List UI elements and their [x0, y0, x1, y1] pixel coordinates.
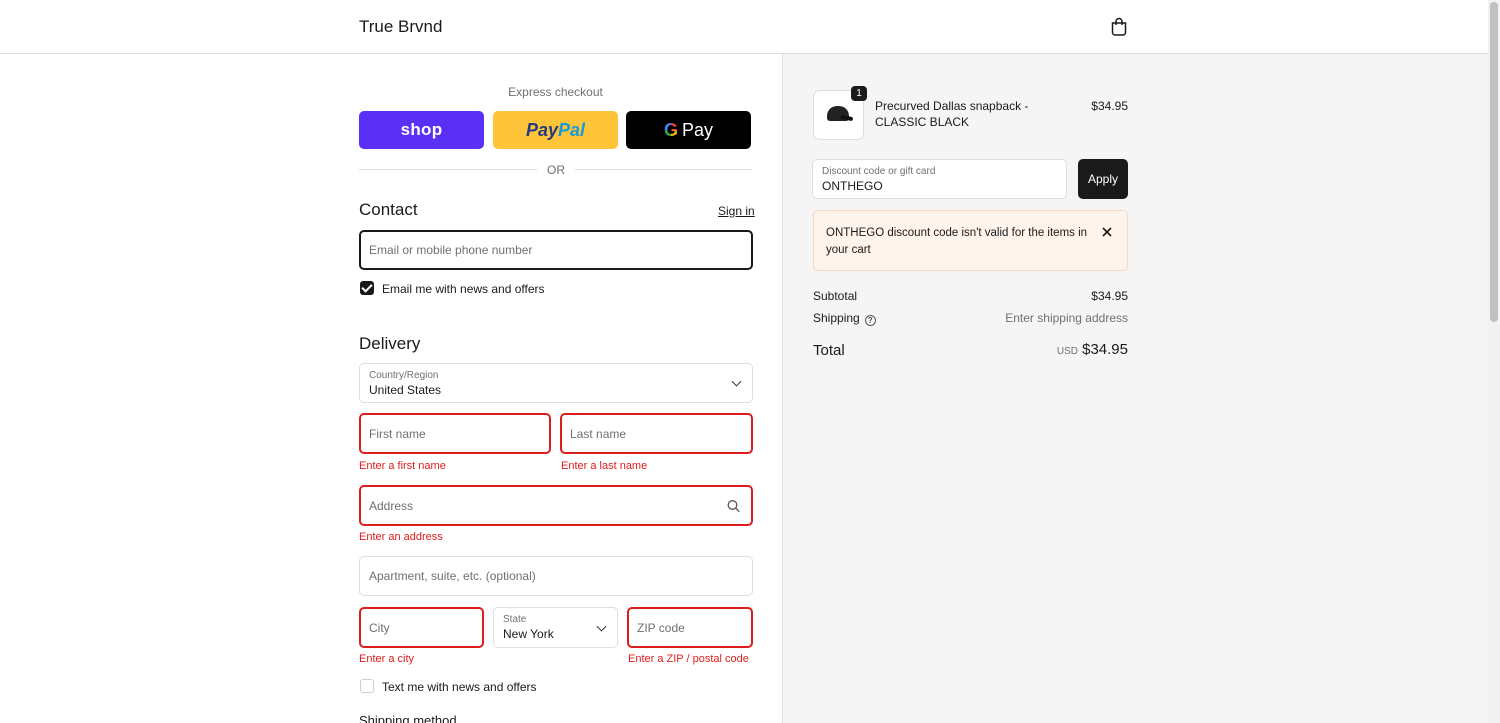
- shipping-method-title: Shipping method: [359, 713, 457, 723]
- first-name-field[interactable]: First name: [359, 413, 551, 454]
- subtotal-label: Subtotal: [813, 289, 858, 303]
- apartment-placeholder: Apartment, suite, etc. (optional): [369, 569, 536, 583]
- address-field[interactable]: Address: [359, 485, 753, 526]
- google-pay-label: Pay: [681, 119, 714, 140]
- discount-error-notice: ONTHEGO discount code isn't valid for th…: [813, 210, 1128, 271]
- address-placeholder: Address: [369, 498, 414, 513]
- page-scrollbar[interactable]: [1488, 0, 1500, 723]
- express-checkout-label: Express checkout: [508, 85, 603, 99]
- delivery-title: Delivery: [359, 334, 421, 353]
- last-name-error: Enter a last name: [561, 460, 648, 472]
- subtotal-value: $34.95: [1091, 289, 1128, 303]
- search-icon[interactable]: [727, 499, 740, 512]
- state-label: State: [503, 614, 527, 625]
- last-name-placeholder: Last name: [570, 426, 627, 441]
- total-label: Total: [813, 342, 845, 359]
- or-divider-right: [575, 169, 752, 170]
- discount-code-field[interactable]: Discount code or gift card ONTHEGO: [812, 159, 1067, 199]
- email-field[interactable]: Email or mobile phone number: [359, 230, 753, 270]
- close-icon[interactable]: [1101, 226, 1113, 238]
- discount-label: Discount code or gift card: [822, 166, 936, 177]
- paypal-logo-part1: Pay: [525, 119, 558, 140]
- email-news-label: Email me with news and offers: [382, 282, 545, 296]
- country-select[interactable]: Country/Region United States: [359, 363, 753, 403]
- product-price: $34.95: [1091, 99, 1128, 113]
- chevron-down-icon: [596, 621, 607, 632]
- email-placeholder: Email or mobile phone number: [369, 243, 533, 257]
- header: True Brvnd: [0, 0, 1488, 54]
- city-placeholder: City: [369, 620, 390, 635]
- order-summary-pane: [782, 54, 1488, 723]
- or-divider-text: OR: [547, 163, 565, 177]
- country-label: Country/Region: [369, 370, 439, 381]
- shipping-value: Enter shipping address: [1005, 311, 1128, 325]
- brand-logo[interactable]: True Brvnd: [359, 17, 442, 37]
- paypal-button[interactable]: Pay Pal: [493, 111, 618, 149]
- shop-pay-button[interactable]: shop: [359, 111, 484, 149]
- product-name: Precurved Dallas snapback - CLASSIC BLAC…: [875, 99, 1029, 129]
- address-error: Enter an address: [359, 531, 443, 543]
- shipping-label-row: Shipping?: [813, 311, 876, 326]
- chevron-down-icon: [731, 376, 742, 387]
- quantity-badge: 1: [851, 86, 867, 101]
- shipping-label: Shipping: [813, 311, 860, 325]
- last-name-field[interactable]: Last name: [560, 413, 753, 454]
- shopping-bag-icon[interactable]: [1110, 17, 1128, 36]
- paypal-logo-part2: Pal: [558, 119, 586, 140]
- zip-placeholder: ZIP code: [637, 620, 685, 635]
- google-g-icon: G: [663, 119, 678, 140]
- zip-field[interactable]: ZIP code: [627, 607, 753, 648]
- sign-in-link[interactable]: Sign in: [718, 204, 755, 218]
- apply-discount-button[interactable]: Apply: [1078, 159, 1128, 199]
- total-value: $34.95: [1082, 341, 1128, 358]
- discount-error-text: ONTHEGO discount code isn't valid for th…: [826, 227, 1088, 256]
- first-name-error: Enter a first name: [359, 460, 446, 472]
- apartment-field[interactable]: Apartment, suite, etc. (optional): [359, 556, 753, 596]
- text-news-label: Text me with news and offers: [382, 680, 537, 694]
- or-divider-left: [359, 169, 537, 170]
- google-pay-button[interactable]: G Pay: [626, 111, 751, 149]
- email-news-checkbox[interactable]: [360, 281, 374, 295]
- shop-pay-logo: shop: [400, 120, 443, 139]
- help-circle-icon[interactable]: ?: [864, 315, 876, 326]
- city-field[interactable]: City: [359, 607, 484, 648]
- country-value: United States: [369, 383, 442, 397]
- state-select[interactable]: State New York: [493, 607, 618, 648]
- scrollbar-thumb[interactable]: [1490, 2, 1498, 322]
- snapback-cap-image: [827, 106, 849, 121]
- discount-value: ONTHEGO: [822, 179, 883, 193]
- total-currency: USD: [1056, 346, 1078, 357]
- zip-error: Enter a ZIP / postal code: [628, 653, 749, 665]
- text-news-checkbox[interactable]: [360, 679, 374, 693]
- contact-title: Contact: [359, 200, 418, 219]
- first-name-placeholder: First name: [369, 426, 426, 441]
- state-value: New York: [503, 627, 554, 641]
- city-error: Enter a city: [359, 653, 415, 665]
